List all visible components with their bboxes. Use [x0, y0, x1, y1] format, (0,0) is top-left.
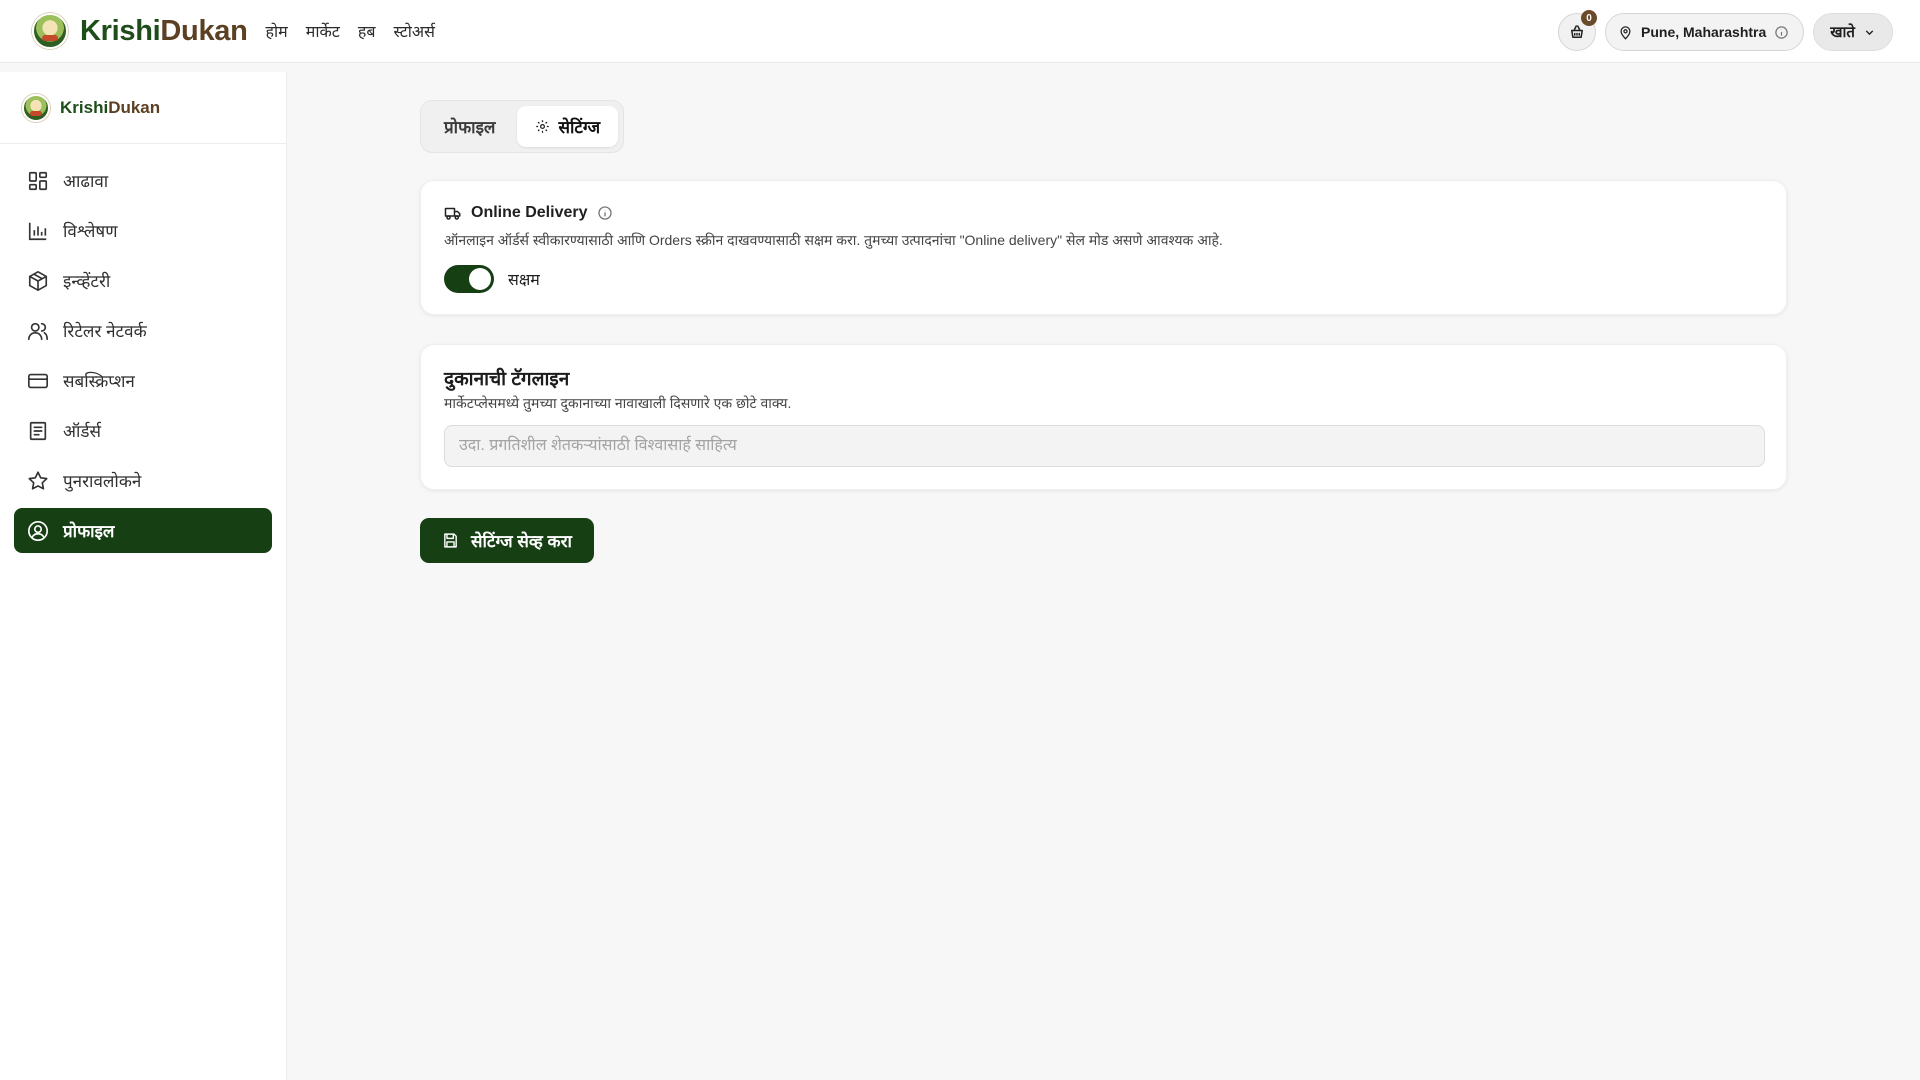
sidebar-item-label: ऑर्डर्स: [63, 422, 101, 441]
top-navbar: KrishiDukan होम मार्केट हब स्टोअर्स 0 Pu…: [0, 0, 1920, 63]
profile-settings-tabs: प्रोफाइल सेटिंग्ज: [420, 100, 625, 153]
user-circle-icon: [28, 520, 48, 541]
sidebar-item-label: आढावा: [63, 172, 109, 191]
grid-icon: [28, 171, 48, 190]
star-icon: [28, 470, 48, 490]
sidebar-item-inventory[interactable]: इन्व्हेंटरी: [14, 258, 272, 303]
sidebar-item-overview[interactable]: आढावा: [14, 158, 272, 203]
tab-profile-label: प्रोफाइल: [444, 118, 496, 137]
sidebar-menu: आढावा विश्लेषण इन्व्हेंटरी रिटेलर नेटवर्…: [0, 144, 286, 567]
cart-button[interactable]: 0: [1558, 10, 1598, 51]
nav-stores-link[interactable]: स्टोअर्स: [393, 20, 434, 42]
tab-settings-label: सेटिंग्ज: [558, 118, 601, 137]
krishidukan-logo-icon: [32, 13, 68, 49]
top-nav: होम मार्केट हब स्टोअर्स: [266, 20, 435, 42]
location-text: Pune, Maharashtra: [1641, 24, 1767, 40]
header-actions: 0 Pune, Maharashtra खाते: [1558, 10, 1893, 51]
shop-tagline-input[interactable]: [444, 425, 1765, 467]
sidebar-item-analytics[interactable]: विश्लेषण: [14, 208, 272, 253]
sidebar: KrishiDukan आढावा विश्लेषण इन्व्हेंटरी र…: [0, 72, 287, 1080]
online-delivery-toggle-row: सक्षम: [444, 265, 540, 293]
toggle-label: सक्षम: [508, 272, 540, 289]
bar-chart-icon: [28, 222, 47, 240]
nav-hub-link[interactable]: हब: [358, 20, 376, 42]
sidebar-item-profile[interactable]: प्रोफाइल: [14, 508, 272, 553]
sidebar-item-orders[interactable]: ऑर्डर्स: [14, 408, 272, 453]
save-button-label: सेटिंग्ज सेव्ह करा: [471, 532, 572, 551]
sidebar-item-label: प्रोफाइल: [63, 522, 115, 541]
tab-profile[interactable]: प्रोफाइल: [426, 106, 513, 147]
online-delivery-toggle[interactable]: [444, 265, 494, 293]
online-delivery-header: Online Delivery: [444, 204, 613, 222]
brand-name: KrishiDukan: [80, 14, 248, 47]
tab-settings[interactable]: सेटिंग्ज: [517, 106, 619, 147]
shop-tagline-card: दुकानाची टॅगलाइन मार्केटप्लेसमध्ये तुमच्…: [420, 344, 1787, 490]
online-delivery-description: ऑनलाइन ऑर्डर्स स्वीकारण्यासाठी आणि Order…: [444, 232, 1223, 248]
nav-market-link[interactable]: मार्केट: [306, 20, 340, 42]
info-icon[interactable]: [597, 205, 613, 221]
users-icon: [28, 322, 48, 340]
chevron-down-icon: [1865, 29, 1874, 35]
online-delivery-title: Online Delivery: [471, 204, 588, 221]
sidebar-item-label: पुनरावलोकने: [63, 472, 142, 491]
brand-logo-link[interactable]: KrishiDukan: [32, 13, 248, 49]
toggle-knob: [469, 268, 491, 290]
krishidukan-logo-icon: [22, 93, 50, 122]
cart-count-badge: 0: [1581, 10, 1598, 26]
account-menu-button[interactable]: खाते: [1813, 13, 1893, 51]
shop-tagline-description: मार्केटप्लेसमध्ये तुमच्या दुकानाच्या नाव…: [444, 395, 792, 411]
info-icon: [1775, 25, 1789, 39]
truck-icon: [444, 207, 461, 220]
account-label: खाते: [1830, 24, 1855, 41]
sidebar-item-retailer-network[interactable]: रिटेलर नेटवर्क: [14, 308, 272, 353]
sidebar-item-label: रिटेलर नेटवर्क: [63, 322, 147, 341]
credit-card-icon: [28, 373, 48, 388]
location-selector[interactable]: Pune, Maharashtra: [1605, 13, 1805, 51]
basket-icon: [1571, 25, 1584, 38]
sidebar-item-label: सबस्क्रिप्शन: [63, 372, 135, 391]
online-delivery-card: Online Delivery ऑनलाइन ऑर्डर्स स्वीकारण्…: [420, 180, 1787, 315]
shop-tagline-title: दुकानाची टॅगलाइन: [444, 369, 570, 390]
box-icon: [28, 270, 48, 291]
save-settings-button[interactable]: सेटिंग्ज सेव्ह करा: [420, 518, 594, 563]
gear-icon: [536, 120, 550, 133]
sidebar-brand-name: KrishiDukan: [60, 97, 161, 117]
map-pin-icon: [1620, 25, 1631, 40]
sidebar-item-label: इन्व्हेंटरी: [63, 272, 111, 291]
nav-home-link[interactable]: होम: [266, 20, 288, 42]
sidebar-brand[interactable]: KrishiDukan: [0, 72, 286, 144]
sidebar-item-label: विश्लेषण: [63, 222, 118, 241]
document-icon: [29, 421, 47, 440]
save-icon: [444, 533, 457, 548]
sidebar-item-subscription[interactable]: सबस्क्रिप्शन: [14, 358, 272, 403]
sidebar-item-reviews[interactable]: पुनरावलोकने: [14, 458, 272, 503]
